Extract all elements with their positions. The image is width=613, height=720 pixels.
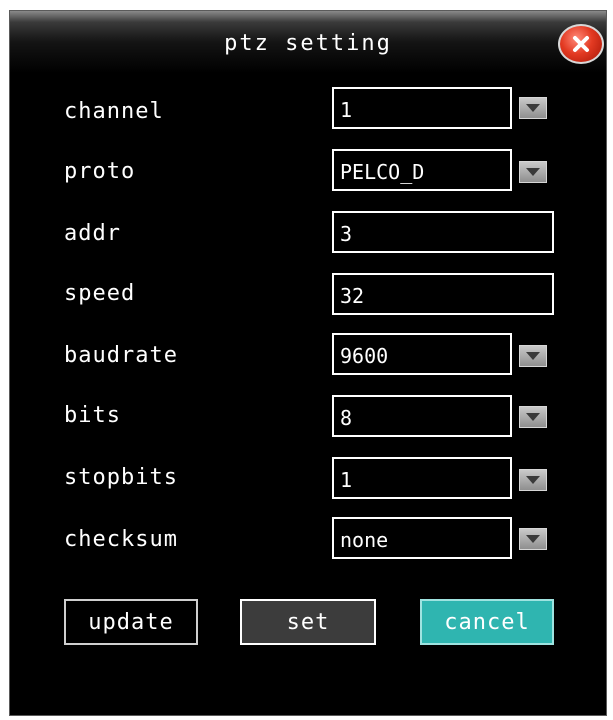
proto-dropdown-button[interactable]	[519, 161, 547, 183]
stopbits-dropdown-button[interactable]	[519, 469, 547, 491]
addr-label: addr	[64, 221, 121, 246]
channel-select[interactable]: 1	[332, 87, 512, 129]
baudrate-select[interactable]: 9600	[332, 333, 512, 375]
stopbits-select[interactable]: 1	[332, 457, 512, 499]
ptz-setting-dialog: ptz setting channel 1 proto PELCO_D addr…	[9, 10, 607, 716]
checksum-dropdown-button[interactable]	[519, 528, 547, 550]
close-icon	[573, 36, 589, 52]
chevron-down-icon	[526, 476, 540, 484]
chevron-down-icon	[526, 104, 540, 112]
bits-select[interactable]: 8	[332, 395, 512, 437]
baudrate-label: baudrate	[64, 343, 178, 368]
channel-dropdown-button[interactable]	[519, 97, 547, 119]
channel-label: channel	[64, 99, 164, 124]
update-button[interactable]: update	[64, 599, 198, 645]
chevron-down-icon	[526, 535, 540, 543]
checksum-select[interactable]: none	[332, 517, 512, 559]
dialog-title: ptz setting	[224, 31, 392, 56]
cancel-button[interactable]: cancel	[420, 599, 554, 645]
checksum-label: checksum	[64, 527, 178, 552]
speed-input[interactable]: 32	[332, 273, 554, 315]
addr-input[interactable]: 3	[332, 211, 554, 253]
stopbits-label: stopbits	[64, 465, 178, 490]
proto-select[interactable]: PELCO_D	[332, 149, 512, 191]
chevron-down-icon	[526, 168, 540, 176]
bits-label: bits	[64, 403, 121, 428]
baudrate-dropdown-button[interactable]	[519, 345, 547, 367]
close-button[interactable]	[558, 24, 604, 64]
bits-dropdown-button[interactable]	[519, 406, 547, 428]
chevron-down-icon	[526, 352, 540, 360]
proto-label: proto	[64, 159, 136, 184]
speed-label: speed	[64, 281, 136, 306]
set-button[interactable]: set	[240, 599, 376, 645]
chevron-down-icon	[526, 413, 540, 421]
title-bar: ptz setting	[10, 11, 606, 73]
